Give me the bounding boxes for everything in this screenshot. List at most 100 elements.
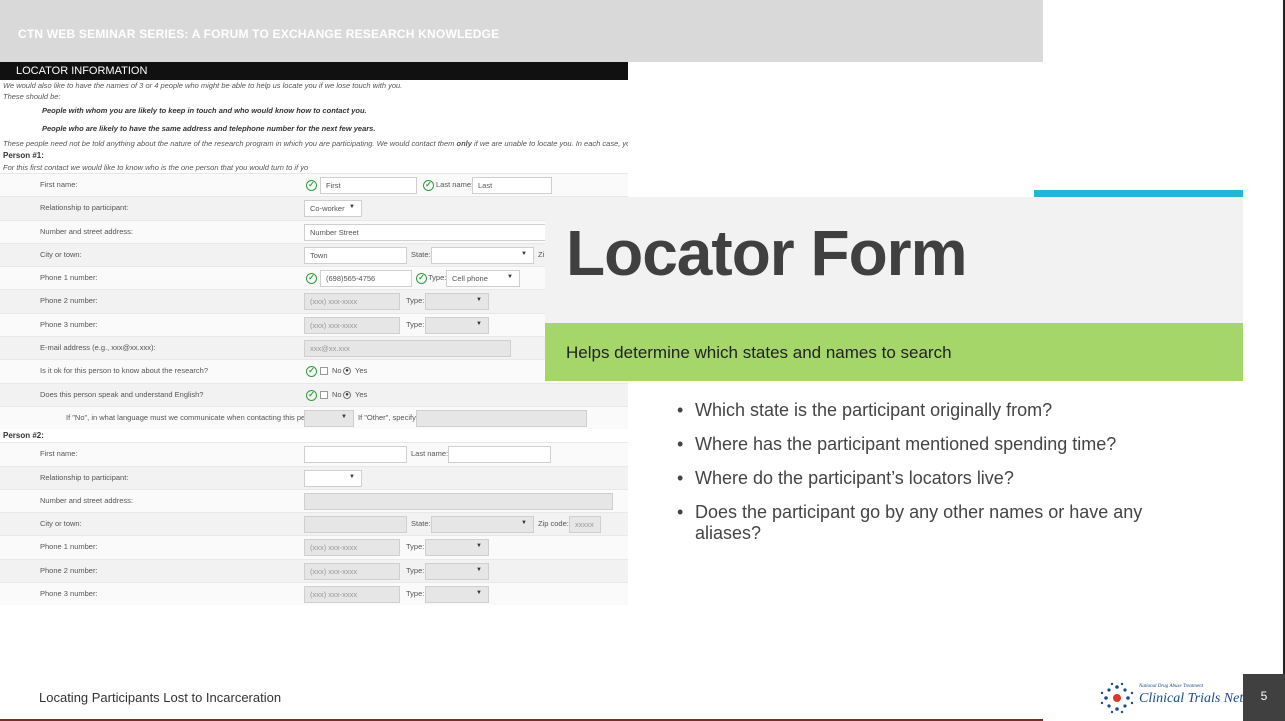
chevron-down-icon: ▼ (521, 250, 527, 257)
zip-label: Zip code: (538, 519, 569, 529)
person1-section: First name: ✓ First ✓ Last name: Last Re… (0, 173, 628, 430)
state-label: State: (411, 249, 431, 259)
bullet-item: Does the participant go by any other nam… (652, 502, 1192, 544)
street-label: Number and street address: (40, 226, 133, 236)
phone1-input[interactable]: (xxx) xxx-xxxx (304, 539, 400, 557)
form-row: First name: Last name: (0, 442, 628, 466)
language-label: If "No", in what language must we commun… (66, 412, 324, 422)
bullet-item: Which state is the participant originall… (652, 400, 1192, 421)
no-checkbox[interactable] (320, 367, 328, 376)
phone3-label: Phone 3 number: (40, 589, 98, 599)
form-row: City or town: Town State: ▼ Zi (0, 242, 628, 267)
slide-subtitle: Helps determine which states and names t… (566, 343, 952, 362)
city-label: City or town: (40, 519, 82, 529)
phone1-type-select[interactable]: Cell phone ▼ (446, 270, 520, 288)
footer-text: Locating Participants Lost to Incarcerat… (39, 690, 282, 705)
form-row: Number and street address: (0, 488, 628, 513)
first-name-label: First name: (40, 449, 78, 459)
chevron-down-icon: ▼ (476, 297, 482, 304)
relationship-label: Relationship to participant: (40, 472, 129, 482)
note-post: if we are unable to locate you. In each … (473, 139, 628, 148)
other-input[interactable] (416, 409, 587, 427)
phone1-label: Phone 1 number: (40, 542, 98, 552)
form-intro: We would also like to have the names of … (3, 81, 403, 90)
phone3-label: Phone 3 number: (40, 319, 98, 329)
chevron-down-icon: ▼ (476, 320, 482, 327)
form-row: Is it ok for this person to know about t… (0, 359, 628, 383)
phone1-type-label: Type: (406, 542, 425, 552)
form-note: These people need not be told anything a… (0, 138, 628, 149)
last-name-label: Last name: (436, 180, 474, 189)
chevron-down-icon: ▼ (476, 543, 482, 550)
chevron-down-icon: ▼ (349, 204, 355, 211)
first-name-input[interactable] (304, 446, 407, 464)
chevron-down-icon: ▼ (349, 473, 355, 480)
logo-small-text: National Drug Abuse Treatment (1139, 684, 1204, 689)
form-row: Number and street address: Number Street (0, 219, 628, 243)
criterion-1: People with whom you are likely to keep … (42, 106, 367, 115)
city-input[interactable] (304, 516, 407, 534)
phone2-type-select[interactable]: ▼ (425, 562, 489, 580)
city-label: City or town: (40, 249, 82, 259)
language-select[interactable]: ▼ (304, 409, 354, 427)
speak-english-label: Does this person speak and understand En… (40, 389, 204, 399)
phone1-type-select[interactable]: ▼ (425, 539, 489, 557)
yes-label: Yes (355, 389, 368, 399)
first-name-label: First name: (40, 180, 78, 189)
phone2-input[interactable]: (xxx) xxx-xxxx (304, 293, 400, 311)
city-input[interactable]: Town (304, 246, 407, 264)
relationship-select[interactable]: ▼ (304, 469, 362, 487)
check-circle-icon: ✓ (306, 180, 317, 191)
locator-form-screenshot: LOCATOR INFORMATION We would also like t… (0, 62, 628, 674)
state-select[interactable]: ▼ (431, 516, 534, 534)
note-bold: only (456, 139, 472, 148)
form-row: E-mail address (e.g., xxx@xx.xxx): xxx@x… (0, 336, 628, 360)
last-name-input[interactable]: Last (472, 177, 552, 194)
bullet-list: Which state is the participant originall… (652, 400, 1192, 557)
check-circle-icon: ✓ (306, 273, 317, 285)
relationship-select[interactable]: Co-worker ▼ (304, 200, 362, 218)
chevron-down-icon: ▼ (476, 590, 482, 597)
form-row: Phone 2 number: (xxx) xxx-xxxx Type: ▼ (0, 289, 628, 313)
ok-know-label: Is it ok for this person to know about t… (40, 366, 209, 376)
form-row: Phone 3 number: (xxx) xxx-xxxx Type: ▼ (0, 312, 628, 337)
form-should-be: These should be: (3, 92, 61, 101)
phone1-input[interactable]: (698)565-4756 (320, 270, 412, 288)
no-checkbox[interactable] (320, 390, 328, 399)
phone1-label: Phone 1 number: (40, 273, 98, 283)
phone3-type-select[interactable]: ▼ (425, 586, 489, 604)
yes-radio[interactable]: ● (343, 390, 351, 399)
bullet-item: Where do the participant’s locators live… (652, 468, 1192, 489)
phone3-type-label: Type: (406, 319, 425, 329)
chevron-down-icon: ▼ (341, 413, 347, 420)
last-name-label: Last name: (411, 449, 449, 459)
phone2-label: Phone 2 number: (40, 296, 98, 306)
person1-heading: Person #1: (3, 151, 44, 160)
phone2-type-label: Type: (406, 565, 425, 575)
bullet-item: Where has the participant mentioned spen… (652, 434, 1192, 455)
first-name-input[interactable]: First (320, 177, 417, 194)
zip-input[interactable]: xxxxx (569, 516, 601, 534)
page-number: 5 (1243, 674, 1285, 721)
form-row: Phone 1 number: ✓ (698)565-4756 ✓ Type: … (0, 266, 628, 290)
phone2-input[interactable]: (xxx) xxx-xxxx (304, 562, 400, 580)
series-title: CTN WEB SEMINAR SERIES: A FORUM TO EXCHA… (18, 27, 500, 41)
state-select[interactable]: ▼ (431, 246, 534, 264)
form-row: City or town: State: ▼ Zip code: xxxxx (0, 512, 628, 536)
email-input[interactable]: xxx@xx.xxx (304, 340, 511, 358)
series-banner: CTN WEB SEMINAR SERIES: A FORUM TO EXCHA… (0, 0, 1043, 62)
yes-radio[interactable]: ● (343, 367, 351, 376)
ctn-logo: National Drug Abuse Treatment Clinical T… (1099, 681, 1271, 715)
phone3-input[interactable]: (xxx) xxx-xxxx (304, 316, 400, 334)
phone3-type-select[interactable]: ▼ (425, 316, 489, 334)
check-circle-icon: ✓ (306, 389, 317, 401)
last-name-input[interactable] (448, 446, 551, 464)
form-row: Does this person speak and understand En… (0, 382, 628, 406)
street-input[interactable]: Number Street (304, 223, 554, 241)
form-row: Phone 1 number: (xxx) xxx-xxxx Type: ▼ (0, 535, 628, 559)
phone2-type-select[interactable]: ▼ (425, 293, 489, 311)
street-input[interactable] (304, 492, 613, 510)
no-label: No (332, 389, 342, 399)
phone3-input[interactable]: (xxx) xxx-xxxx (304, 586, 400, 604)
form-row: Phone 3 number: (xxx) xxx-xxxx Type: ▼ (0, 582, 628, 606)
